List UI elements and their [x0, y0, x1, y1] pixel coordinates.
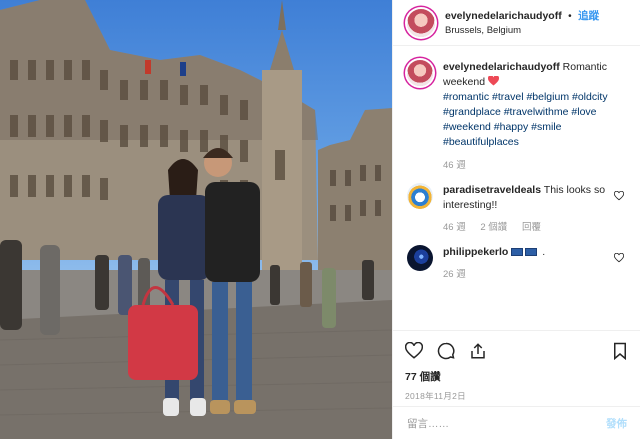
comment-age: 26 週	[443, 269, 466, 280]
comment-input[interactable]: 留言……	[407, 416, 606, 431]
comment-likes[interactable]: 2 個讚	[480, 222, 507, 233]
add-comment-bar: 留言…… 發佈	[393, 406, 640, 439]
red-heart-icon	[487, 76, 499, 86]
separator-dot: •	[568, 10, 572, 22]
heart-icon[interactable]	[405, 342, 423, 360]
comment-avatar[interactable]	[407, 183, 433, 209]
instagram-post: evelynedelarichaudyoff • 追蹤 Brussels, Be…	[0, 0, 640, 439]
caption-avatar[interactable]	[407, 60, 433, 86]
post-date: 2018年11月2日	[405, 391, 466, 401]
post-header: evelynedelarichaudyoff • 追蹤 Brussels, Be…	[393, 0, 640, 46]
header-username[interactable]: evelynedelarichaudyoff	[445, 10, 562, 22]
post-panel: evelynedelarichaudyoff • 追蹤 Brussels, Be…	[392, 0, 640, 439]
share-icon[interactable]	[469, 342, 487, 360]
comments-list: evelynedelarichaudyoff Romantic weekend …	[393, 46, 640, 282]
comment-icon[interactable]	[437, 342, 455, 360]
post-photo[interactable]	[0, 0, 392, 439]
flag-icon	[511, 248, 524, 256]
flag-icon	[525, 248, 538, 256]
comment-username[interactable]: philippekerlo	[443, 246, 508, 258]
comment-heart-icon[interactable]	[614, 191, 624, 201]
caption-username[interactable]: evelynedelarichaudyoff	[443, 61, 560, 73]
photo-scene	[0, 0, 392, 439]
reply-button[interactable]: 回覆	[522, 222, 541, 233]
caption-hashtags[interactable]: #romantic #travel #belgium #oldcity #gra…	[443, 90, 613, 150]
post-actions: 77 個讚 2018年11月2日	[393, 330, 640, 402]
caption-age: 46 週	[443, 160, 466, 171]
likes-count[interactable]: 77 個讚	[405, 369, 629, 384]
comment-username[interactable]: paradisetraveldeals	[443, 184, 541, 196]
post-button[interactable]: 發佈	[606, 416, 627, 431]
comment-text: .	[542, 246, 546, 258]
follow-button[interactable]: 追蹤	[578, 10, 599, 22]
comment-avatar[interactable]	[407, 245, 433, 271]
comment-item: paradisetraveldeals This looks so intere…	[407, 183, 628, 235]
avatar[interactable]	[407, 8, 435, 37]
comment-item: philippekerlo . 26 週	[407, 245, 628, 282]
comment-heart-icon[interactable]	[614, 253, 624, 263]
comment-age: 46 週	[443, 222, 466, 233]
caption: evelynedelarichaudyoff Romantic weekend …	[407, 60, 628, 173]
location-link[interactable]: Brussels, Belgium	[445, 24, 599, 38]
bookmark-icon[interactable]	[611, 342, 629, 360]
